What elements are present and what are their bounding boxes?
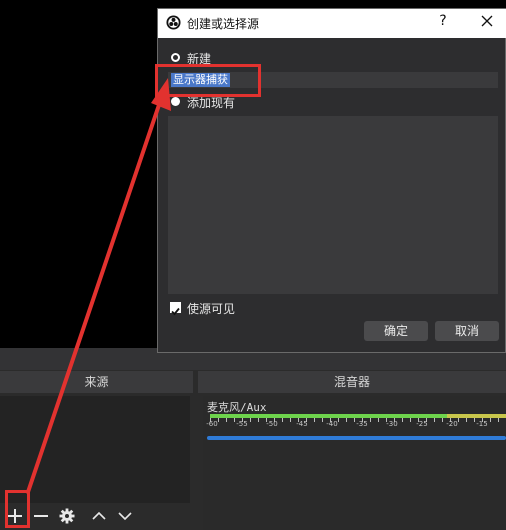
annotation-arrow <box>26 78 171 494</box>
